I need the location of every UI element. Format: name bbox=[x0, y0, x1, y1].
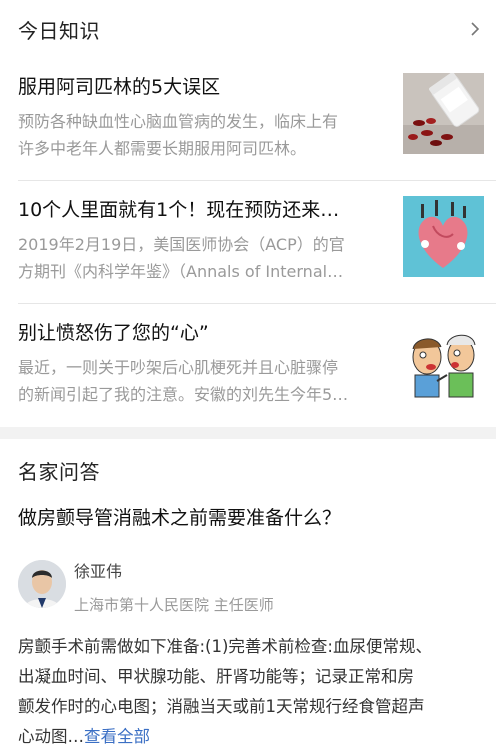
article-title: 服用阿司匹林的5大误区 bbox=[18, 76, 221, 98]
article-summary: 2019年2月19日，美国医师协会（ACP）的官 方期刊《内科学年鉴》（Anna… bbox=[18, 231, 374, 285]
qa-header: 名家问答 bbox=[0, 439, 496, 485]
summary-line: 的新闻引起了我的注意。安徽的刘先生今年5… bbox=[18, 385, 349, 404]
summary-line: 预防各种缺血性心脑血管病的发生，临床上有 bbox=[18, 112, 339, 131]
article-title: 别让愤怒伤了您的“心” bbox=[18, 322, 209, 344]
article-summary: 最近，一则关于吵架后心肌梗死并且心脏骤停 的新闻引起了我的注意。安徽的刘先生今年… bbox=[18, 354, 374, 408]
expert-profile[interactable]: 徐亚伟 上海市第十人民医院 主任医师 bbox=[0, 548, 496, 636]
expert-title: 上海市第十人民医院 主任医师 bbox=[74, 596, 274, 614]
article-item[interactable]: 服用阿司匹林的5大误区 预防各种缺血性心脑血管病的发生，临床上有 许多中老年人都… bbox=[18, 58, 496, 181]
summary-line: 许多中老年人都需要长期服用阿司匹林。 bbox=[18, 139, 307, 158]
article-summary: 预防各种缺血性心脑血管病的发生，临床上有 许多中老年人都需要长期服用阿司匹林。 bbox=[18, 108, 374, 162]
section-title: 今日知识 bbox=[18, 18, 100, 43]
qa-question[interactable]: 做房颤导管消融术之前需要准备什么？ bbox=[0, 485, 496, 530]
arguing-men-illustration bbox=[403, 319, 484, 400]
answer-line: 出凝血时间、甲状腺功能、肝肾功能等；记录正常和房 bbox=[18, 667, 414, 686]
answer-line: 房颤手术前需做如下准备:(1)完善术前检查:血尿便常规、 bbox=[18, 637, 432, 656]
summary-line: 最近，一则关于吵架后心肌梗死并且心脏骤停 bbox=[18, 358, 339, 377]
avatar bbox=[18, 560, 66, 608]
heart-illustration-image bbox=[403, 196, 484, 277]
article-item[interactable]: 10个人里面就有1个！现在预防还来… 2019年2月19日，美国医师协会（ACP… bbox=[18, 181, 496, 304]
pill-bottle-image bbox=[403, 73, 484, 154]
summary-line: 方期刊《内科学年鉴》（Annals of Internal… bbox=[18, 262, 344, 281]
answer-line: 心动图…查看全部 bbox=[18, 722, 478, 752]
answer-line: 颤发作时的心电图；消融当天或前1天常规行经食管超声 bbox=[18, 697, 425, 716]
chevron-right-icon[interactable] bbox=[468, 22, 482, 36]
expert-qa-section: 名家问答 做房颤导管消融术之前需要准备什么？ 徐亚伟 上海市第十人民医院 主任医… bbox=[0, 439, 496, 752]
section-title: 名家问答 bbox=[18, 460, 100, 484]
view-all-link[interactable]: 查看全部 bbox=[84, 727, 150, 746]
article-item[interactable]: 别让愤怒伤了您的“心” 最近，一则关于吵架后心肌梗死并且心脏骤停 的新闻引起了我… bbox=[18, 304, 496, 427]
article-title: 10个人里面就有1个！现在预防还来… bbox=[18, 199, 340, 221]
expert-name: 徐亚伟 bbox=[74, 562, 123, 581]
section-divider bbox=[0, 427, 496, 439]
summary-line: 2019年2月19日，美国医师协会（ACP）的官 bbox=[18, 235, 345, 254]
today-knowledge-header[interactable]: 今日知识 bbox=[0, 0, 496, 58]
answer-text: 房颤手术前需做如下准备:(1)完善术前检查:血尿便常规、 出凝血时间、甲状腺功能… bbox=[0, 632, 496, 752]
answer-line-end: 心动图… bbox=[18, 727, 84, 746]
today-knowledge-section: 今日知识 服用阿司匹林的5大误区 预防各种缺血性心脑血管病的发生，临床上有 许多… bbox=[0, 0, 496, 427]
